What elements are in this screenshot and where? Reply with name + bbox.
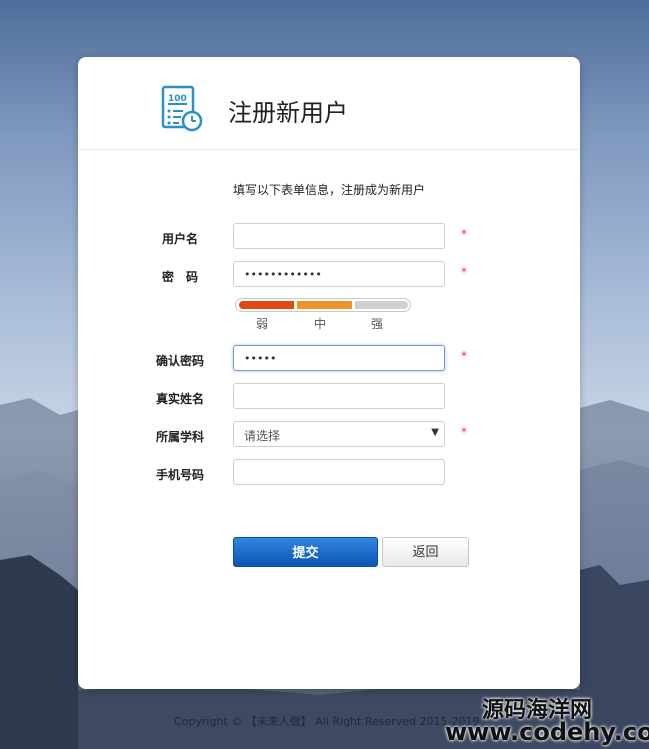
strength-weak-segment <box>239 301 294 309</box>
password-strength-meter <box>235 298 411 312</box>
subject-required-mark: * <box>461 425 467 439</box>
username-label: 用户名 <box>161 232 198 246</box>
phone-input[interactable] <box>233 459 445 485</box>
password-required-mark: * <box>461 265 467 279</box>
dropdown-arrow-icon: ▼ <box>431 427 439 438</box>
strength-medium-segment <box>297 301 352 309</box>
copyright-footer: Copyright © 【未来人做】 All Right Reserved 20… <box>174 715 480 728</box>
logo-score-text: 100 <box>168 94 187 104</box>
register-card: 100 注册新用户 填写以下表单信息，注册成为新用户 用户名 * 密 码 * 弱… <box>78 57 580 689</box>
subject-select-value: 请选择 <box>233 421 445 447</box>
realname-label: 真实姓名 <box>155 392 204 406</box>
card-header: 100 注册新用户 <box>78 57 580 150</box>
username-input[interactable] <box>233 223 445 249</box>
username-required-mark: * <box>461 227 467 241</box>
subject-label: 所属学科 <box>155 430 204 444</box>
form-subtitle: 填写以下表单信息，注册成为新用户 <box>232 183 425 197</box>
confirm-password-label: 确认密码 <box>155 354 204 368</box>
subject-select[interactable]: 请选择 ▼ <box>233 421 445 447</box>
page-title: 注册新用户 <box>228 99 348 127</box>
exam-score-icon: 100 <box>161 85 203 132</box>
strength-strong-label: 强 <box>371 317 384 331</box>
strength-medium-label: 中 <box>314 317 327 331</box>
password-input[interactable] <box>233 261 445 287</box>
back-button[interactable]: 返回 <box>382 537 469 567</box>
password-label: 密 码 <box>161 270 198 284</box>
phone-label: 手机号码 <box>155 468 204 482</box>
realname-input[interactable] <box>233 383 445 409</box>
strength-weak-label: 弱 <box>256 317 269 331</box>
confirm-required-mark: * <box>461 349 467 363</box>
watermark-url: www.codehy.com <box>445 718 649 746</box>
confirm-password-input[interactable] <box>233 345 445 371</box>
submit-button[interactable]: 提交 <box>233 537 378 567</box>
strength-strong-segment <box>355 301 408 309</box>
